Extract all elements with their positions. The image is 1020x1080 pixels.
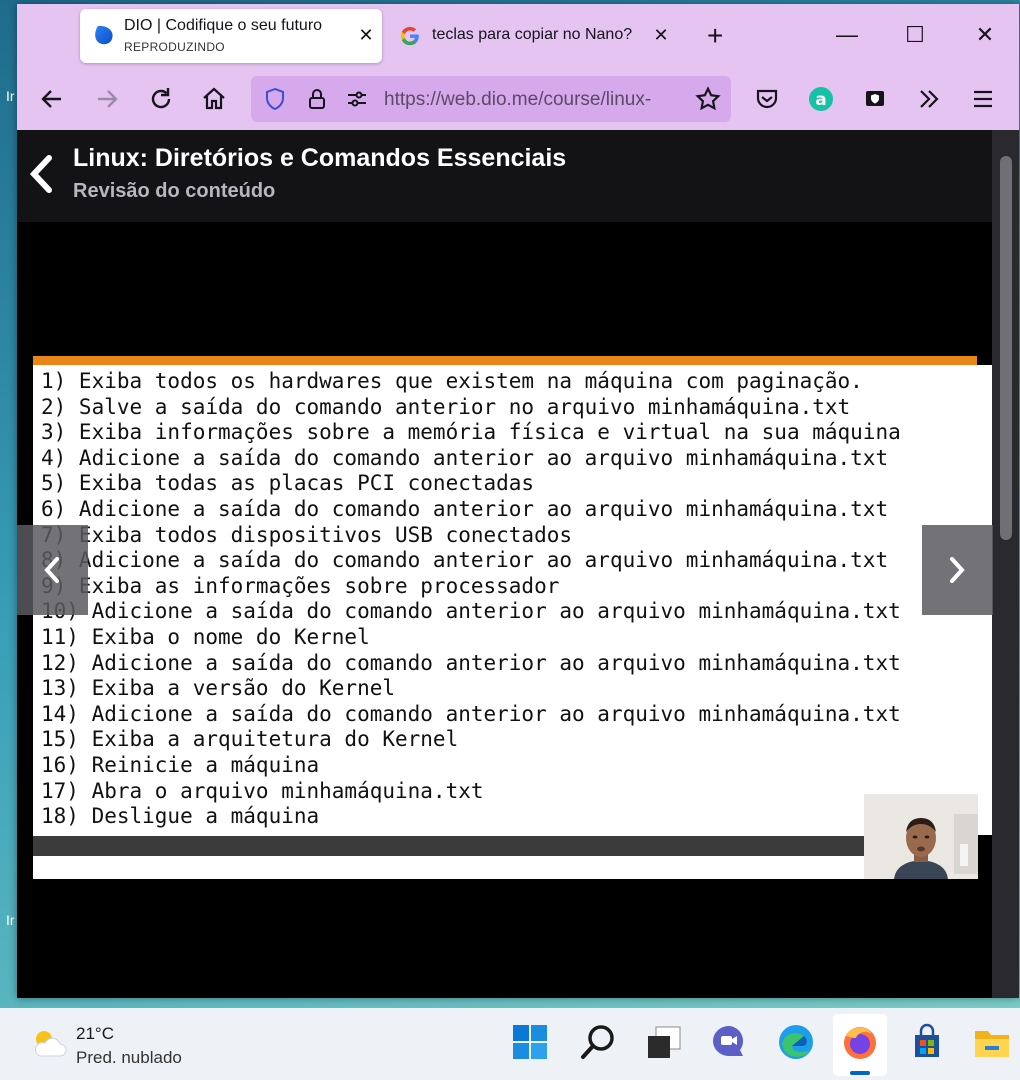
lock-icon[interactable] xyxy=(305,87,329,111)
exercise-line: 3) Exiba informações sobre a memória fís… xyxy=(41,420,901,445)
taskbar: 21°C Pred. nublado xyxy=(0,1008,1020,1080)
double-chevron-icon xyxy=(920,90,939,108)
extension-shield-button[interactable] xyxy=(858,82,892,116)
new-tab-button[interactable]: + xyxy=(707,22,723,50)
extension-a-icon: a xyxy=(809,87,833,111)
navigation-toolbar: https://web.dio.me/course/linux- a xyxy=(17,68,1019,130)
exercise-line: 5) Exiba todas as placas PCI conectadas xyxy=(41,471,535,496)
exercise-line: 8) Adicione a saída do comando anterior … xyxy=(41,548,889,573)
exercise-line: 15) Exiba a arquitetura do Kernel xyxy=(41,727,459,752)
arrow-right-icon xyxy=(98,90,118,108)
chevron-right-icon xyxy=(950,557,965,583)
dio-logo-icon xyxy=(95,25,113,45)
browser-window: DIO | Codifique o seu futuro REPRODUZIND… xyxy=(17,4,1019,998)
firefox-icon[interactable] xyxy=(840,1022,880,1062)
close-window-button[interactable]: ✕ xyxy=(970,20,1000,50)
edge-icon[interactable] xyxy=(776,1022,816,1062)
previous-slide-button[interactable] xyxy=(17,525,88,615)
menu-button[interactable] xyxy=(966,82,1000,116)
exercise-line: 10) Adicione a saída do comando anterior… xyxy=(41,599,901,624)
minimize-button[interactable]: — xyxy=(832,20,862,50)
tab-audio-status: REPRODUZINDO xyxy=(124,40,225,54)
lesson-title: Revisão do conteúdo xyxy=(73,180,276,202)
pocket-button[interactable] xyxy=(750,82,784,116)
slide-accent-bar xyxy=(33,356,977,365)
maximize-button[interactable]: ☐ xyxy=(900,20,930,50)
exercise-line: 9) Exiba as informações sobre processado… xyxy=(41,573,560,598)
tab-bar: DIO | Codifique o seu futuro REPRODUZIND… xyxy=(17,4,1019,68)
store-icon[interactable] xyxy=(907,1022,947,1062)
task-view-icon[interactable] xyxy=(644,1022,684,1062)
chevron-left-icon xyxy=(44,557,59,583)
exercise-line: 12) Adicione a saída do comando anterior… xyxy=(41,650,901,675)
shield-icon[interactable] xyxy=(263,87,287,111)
exercise-line: 18) Desligue a máquina xyxy=(41,804,320,829)
exercise-line: 16) Reinicie a máquina xyxy=(41,752,320,777)
more-tools-button[interactable] xyxy=(912,82,946,116)
file-explorer-icon[interactable] xyxy=(972,1022,1012,1062)
partly-cloudy-icon[interactable] xyxy=(30,1026,68,1060)
exercise-line: 4) Adicione a saída do comando anterior … xyxy=(41,445,889,470)
close-tab-icon[interactable]: ✕ xyxy=(651,25,671,45)
page-content: Linux: Diretórios e Comandos Essenciais … xyxy=(17,130,1019,998)
course-header: Linux: Diretórios e Comandos Essenciais … xyxy=(17,130,992,222)
video-slide[interactable]: 1) Exiba todos os hardwares que existem … xyxy=(33,356,977,879)
exercise-line: 14) Adicione a saída do comando anterior… xyxy=(41,701,901,726)
tab-dio[interactable]: DIO | Codifique o seu futuro REPRODUZIND… xyxy=(80,9,382,63)
chevron-left-icon[interactable] xyxy=(27,154,55,194)
extension-a-button[interactable]: a xyxy=(804,82,838,116)
exercise-line: 13) Exiba a versão do Kernel xyxy=(41,676,396,701)
bookmark-star-icon[interactable] xyxy=(695,86,721,112)
reload-icon xyxy=(151,88,171,109)
permissions-icon[interactable] xyxy=(345,87,369,111)
arrow-left-icon xyxy=(41,90,61,108)
presenter-image xyxy=(864,794,978,879)
presenter-webcam xyxy=(864,794,978,879)
weather-description[interactable]: Pred. nublado xyxy=(76,1048,182,1068)
windows-start-icon[interactable] xyxy=(510,1022,550,1062)
exercise-line: 2) Salve a saída do comando anterior no … xyxy=(41,394,851,419)
tab-google[interactable]: teclas para copiar no Nano? ✕ xyxy=(387,9,677,63)
url-text[interactable]: https://web.dio.me/course/linux- xyxy=(384,89,684,111)
extension-shield-icon xyxy=(866,91,884,106)
exercise-line: 11) Exiba o nome do Kernel xyxy=(41,624,370,649)
exercise-line: 17) Abra o arquivo minhamáquina.txt xyxy=(41,778,484,803)
exercise-line: 1) Exiba todos os hardwares que existem … xyxy=(41,369,863,393)
chat-icon[interactable] xyxy=(709,1022,749,1062)
next-slide-button[interactable] xyxy=(922,525,993,615)
exercise-line: 6) Adicione a saída do comando anterior … xyxy=(41,496,889,521)
reload-button[interactable] xyxy=(144,82,178,116)
hamburger-icon xyxy=(974,90,992,108)
exercise-line: 7) Exiba todos dispositivos USB conectad… xyxy=(41,522,573,547)
course-title: Linux: Diretórios e Comandos Essenciais xyxy=(73,144,567,172)
home-icon xyxy=(203,87,225,110)
google-icon xyxy=(400,26,419,46)
desktop-edge-text: Ir xyxy=(6,912,15,928)
tab-title: DIO | Codifique o seu futuro xyxy=(124,17,323,34)
weather-temperature[interactable]: 21°C xyxy=(76,1024,114,1044)
svg-text:a: a xyxy=(815,90,826,110)
close-tab-icon[interactable]: ✕ xyxy=(356,25,376,45)
back-button[interactable] xyxy=(35,82,69,116)
pocket-icon xyxy=(756,89,778,109)
url-bar[interactable]: https://web.dio.me/course/linux- xyxy=(251,76,731,122)
tab-title: teclas para copiar no Nano? xyxy=(432,26,633,43)
exercise-list: 1) Exiba todos os hardwares que existem … xyxy=(41,369,921,830)
home-button[interactable] xyxy=(197,82,231,116)
slide-footer-bar xyxy=(33,836,977,856)
forward-button[interactable] xyxy=(90,82,124,116)
scrollbar-thumb[interactable] xyxy=(1000,156,1012,540)
active-app-indicator xyxy=(850,1071,870,1075)
search-icon[interactable] xyxy=(578,1022,618,1062)
desktop-edge-text: Ir xyxy=(6,88,15,104)
